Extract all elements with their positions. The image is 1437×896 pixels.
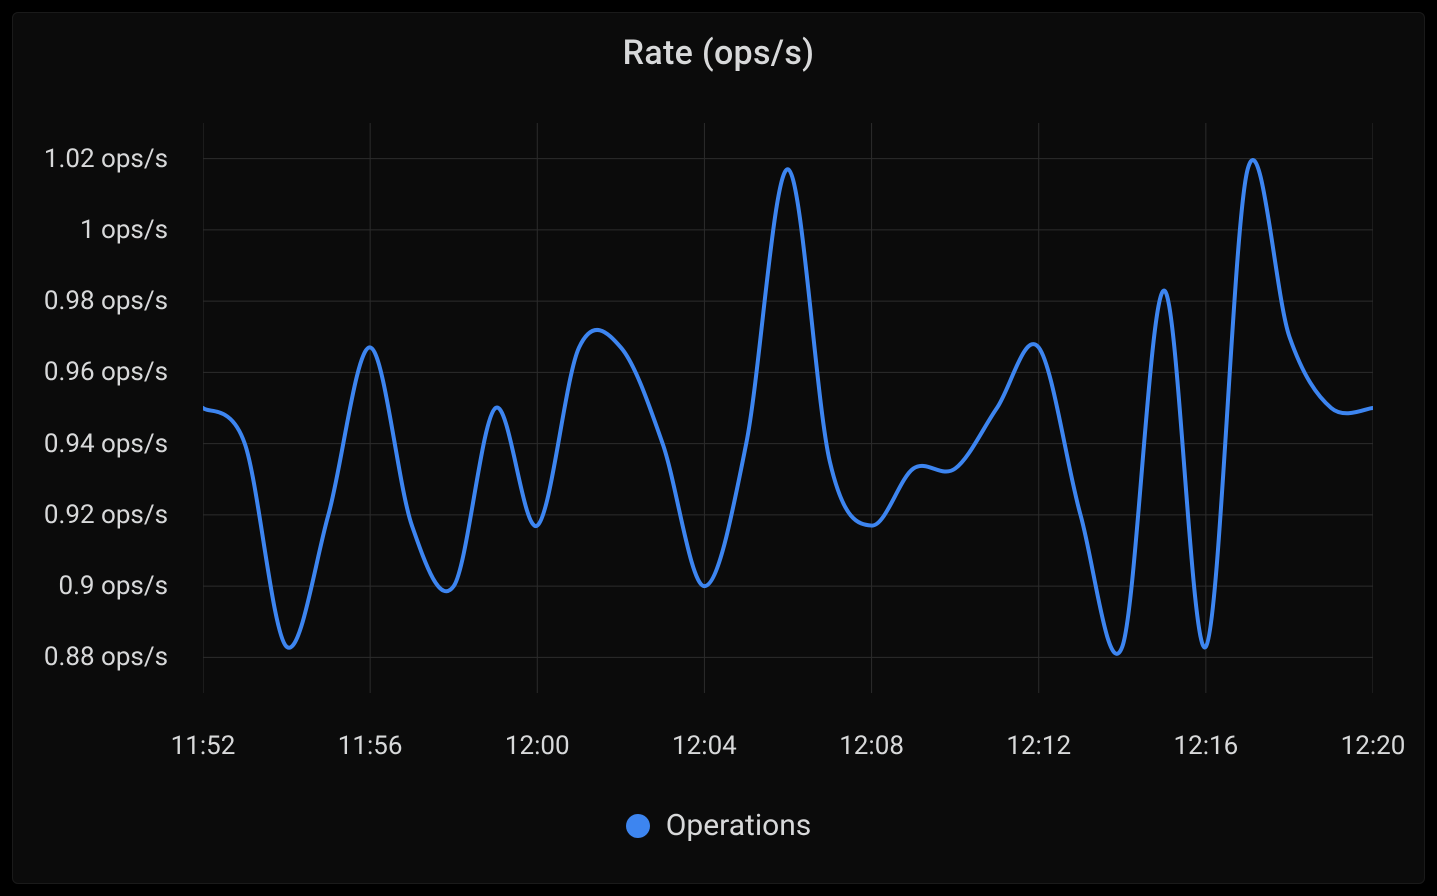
x-tick-label: 12:20 bbox=[1341, 731, 1406, 761]
chart-title: Rate (ops/s) bbox=[13, 13, 1424, 73]
legend-label-operations: Operations bbox=[666, 808, 812, 843]
x-tick-label: 11:56 bbox=[338, 731, 403, 761]
plot-area[interactable] bbox=[203, 123, 1373, 693]
x-tick-label: 12:08 bbox=[839, 731, 904, 761]
y-tick-label: 0.9 ops/s bbox=[58, 571, 168, 601]
y-tick-label: 0.88 ops/s bbox=[44, 642, 168, 672]
y-tick-label: 0.98 ops/s bbox=[44, 286, 168, 316]
x-tick-label: 12:16 bbox=[1173, 731, 1238, 761]
y-tick-label: 0.96 ops/s bbox=[44, 357, 168, 387]
y-tick-label: 1 ops/s bbox=[80, 215, 168, 245]
legend[interactable]: Operations bbox=[13, 808, 1424, 843]
x-tick-label: 12:04 bbox=[672, 731, 737, 761]
chart-panel: Rate (ops/s) 0.88 ops/s 0.9 ops/s 0.92 ops… bbox=[12, 12, 1425, 884]
x-tick-label: 12:00 bbox=[505, 731, 570, 761]
y-tick-label: 1.02 ops/s bbox=[44, 144, 168, 174]
legend-swatch-operations bbox=[626, 814, 650, 838]
y-tick-label: 0.92 ops/s bbox=[44, 500, 168, 530]
chart-body: 0.88 ops/s 0.9 ops/s 0.92 ops/s 0.94 ops/s 0… bbox=[13, 93, 1424, 773]
y-tick-label: 0.94 ops/s bbox=[44, 429, 168, 459]
x-tick-label: 12:12 bbox=[1006, 731, 1071, 761]
operations-line bbox=[203, 160, 1373, 654]
x-tick-label: 11:52 bbox=[171, 731, 236, 761]
